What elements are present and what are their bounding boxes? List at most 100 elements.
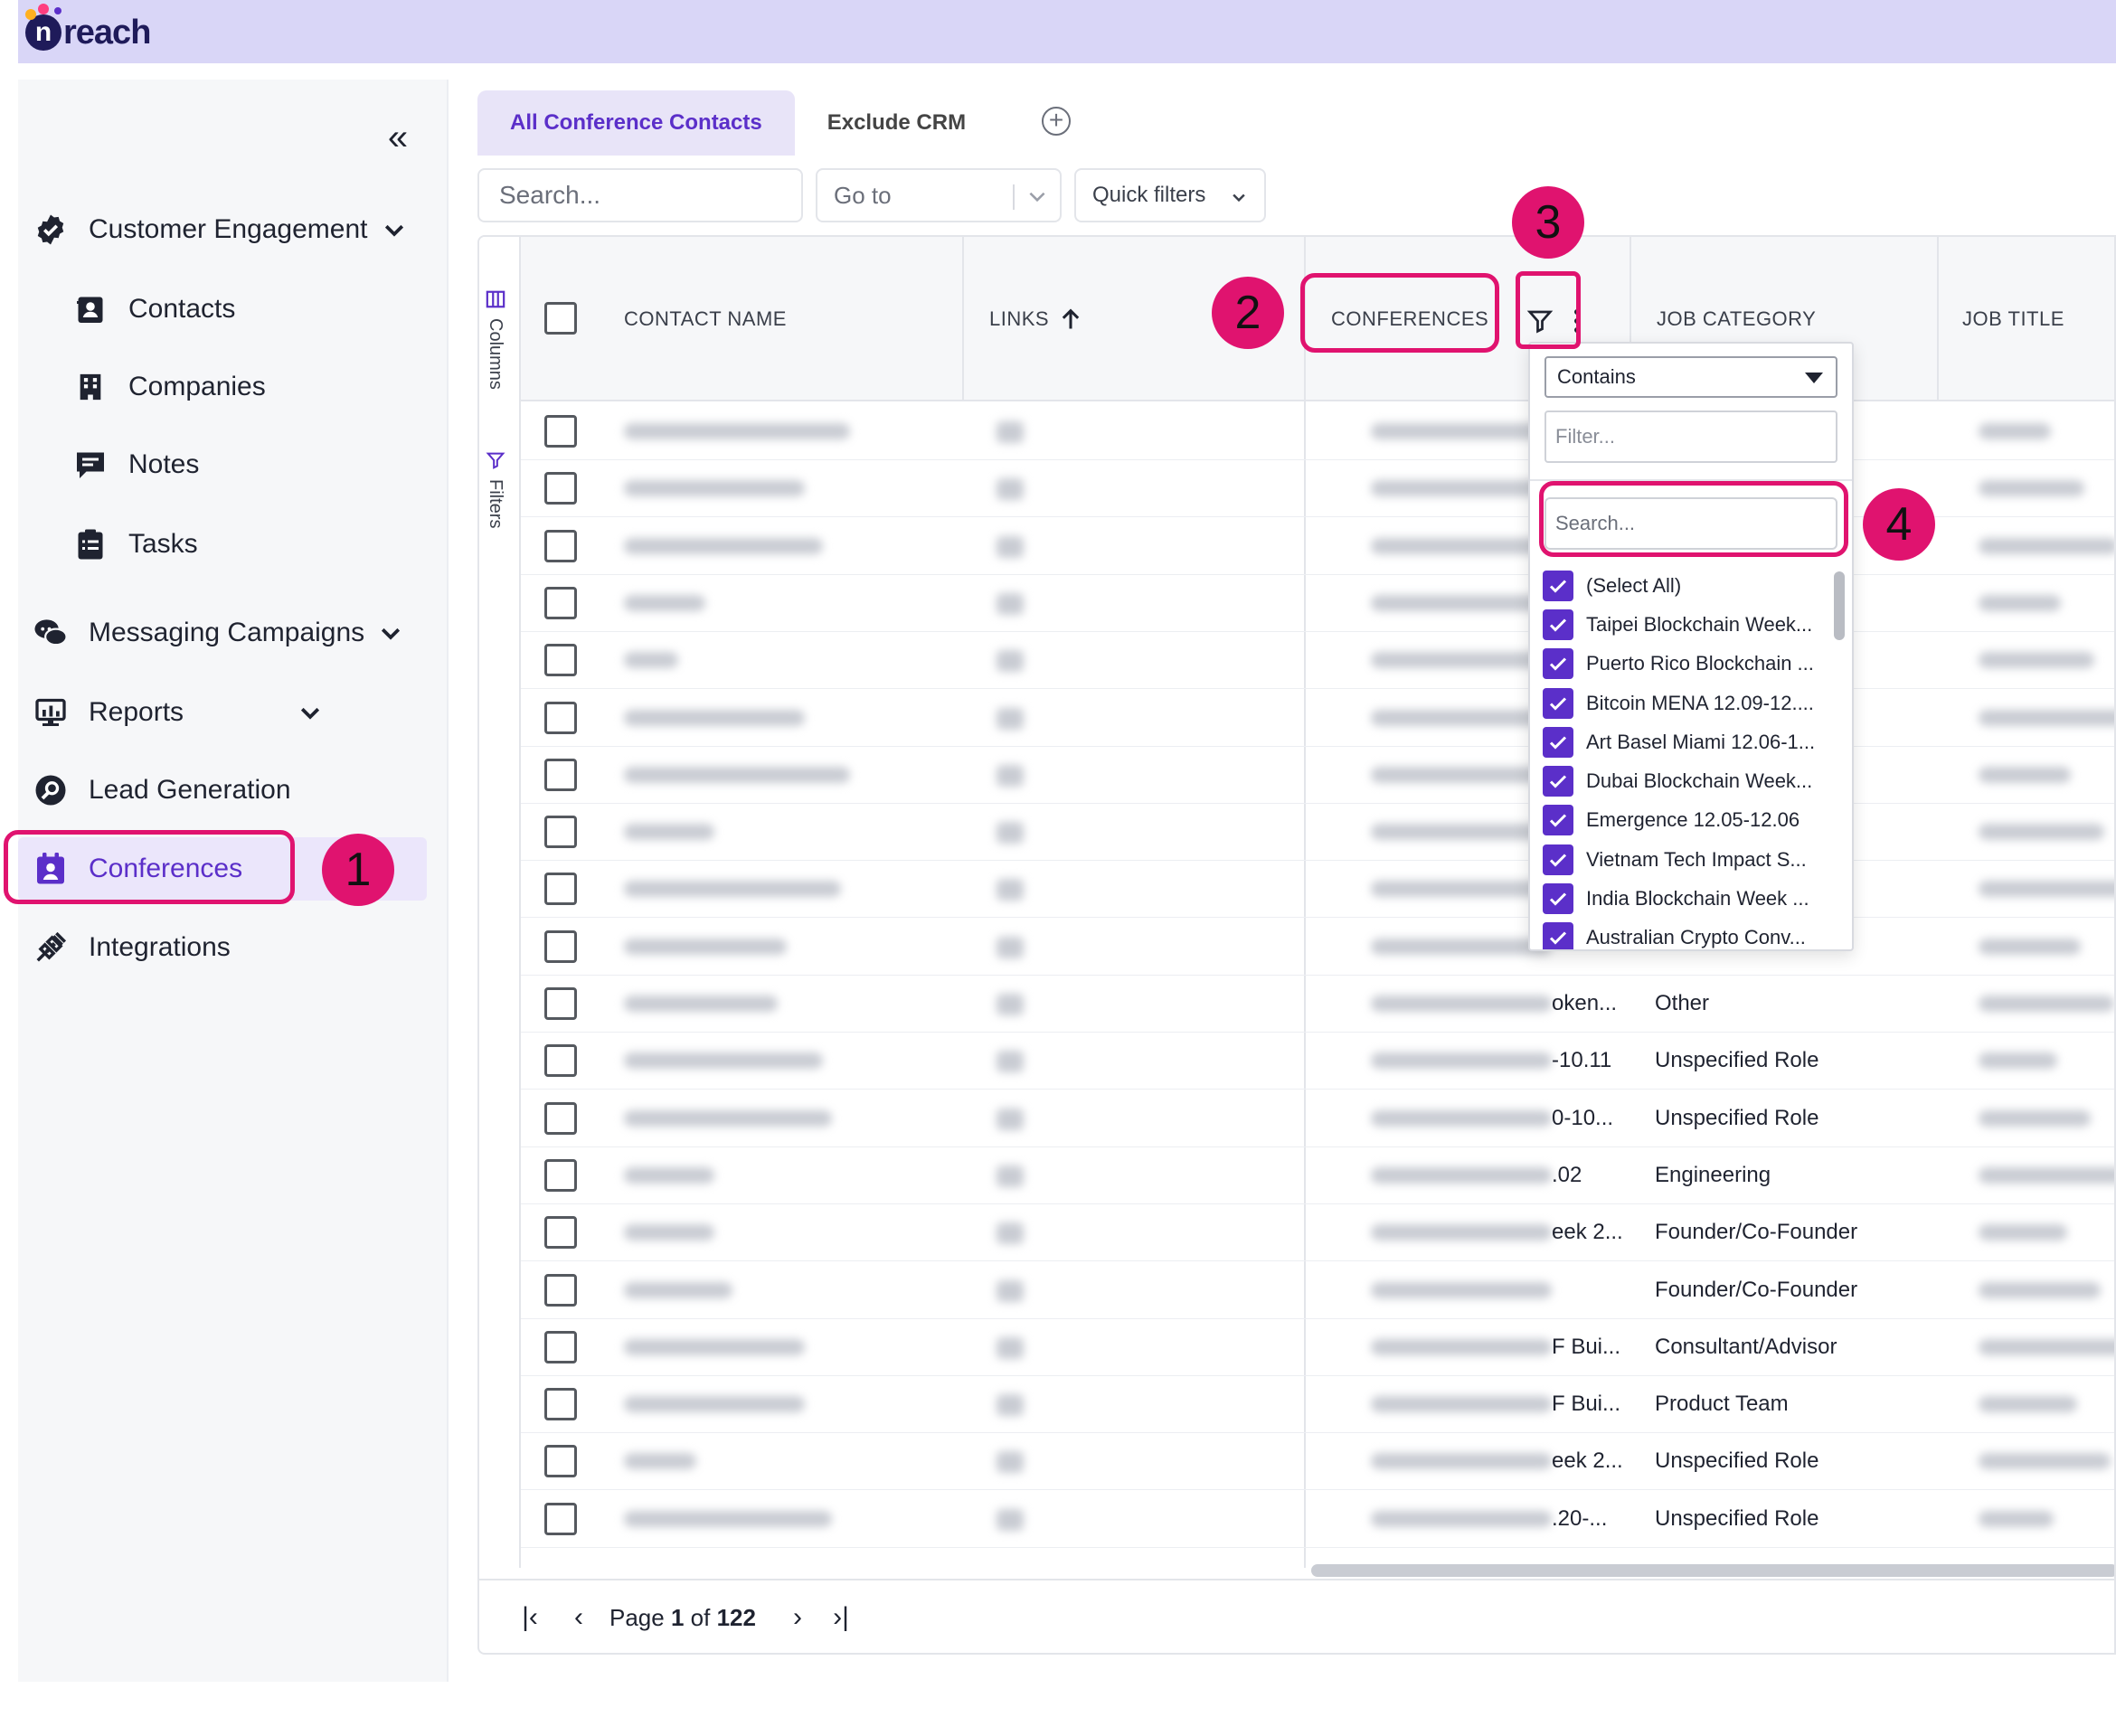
chevron-down-icon[interactable]: [381, 216, 408, 243]
column-header-links[interactable]: LINKS: [989, 237, 1083, 401]
checkbox-checked-icon[interactable]: [1543, 805, 1573, 836]
link-icon[interactable]: [997, 1336, 1024, 1359]
sort-ascending-icon[interactable]: [1058, 307, 1083, 332]
row-checkbox[interactable]: [544, 758, 577, 791]
select-all-checkbox[interactable]: [544, 302, 577, 335]
table-row[interactable]: r: [521, 690, 2114, 747]
row-checkbox[interactable]: [544, 644, 577, 677]
checkbox-checked-icon[interactable]: [1543, 766, 1573, 797]
row-checkbox[interactable]: [544, 1330, 577, 1363]
checkbox-checked-icon[interactable]: [1543, 570, 1573, 601]
row-checkbox[interactable]: [544, 472, 577, 505]
row-checkbox[interactable]: [544, 529, 577, 562]
row-checkbox[interactable]: [544, 586, 577, 619]
columns-panel-tab[interactable]: Columns: [485, 289, 505, 390]
link-icon[interactable]: [997, 1394, 1024, 1417]
filter-option[interactable]: Australian Crypto Conv...: [1543, 919, 1823, 949]
first-page-icon[interactable]: |‹: [515, 1604, 544, 1633]
row-checkbox[interactable]: [544, 1216, 577, 1250]
filter-option[interactable]: Bitcoin MENA 12.09-12....: [1543, 684, 1823, 722]
checkbox-checked-icon[interactable]: [1543, 726, 1573, 758]
filter-operator-select[interactable]: Contains: [1544, 356, 1837, 398]
filter-option[interactable]: India Blockchain Week ...: [1543, 879, 1823, 918]
filter-option[interactable]: Puerto Rico Blockchain ...: [1543, 645, 1823, 684]
filter-option[interactable]: (Select All): [1543, 566, 1823, 605]
row-checkbox[interactable]: [544, 929, 577, 963]
previous-page-icon[interactable]: ‹: [564, 1604, 593, 1633]
link-icon[interactable]: [997, 994, 1024, 1015]
sidebar-item-contacts[interactable]: Contacts: [72, 280, 235, 338]
checkbox-checked-icon[interactable]: [1543, 648, 1573, 680]
row-checkbox[interactable]: [544, 1502, 577, 1535]
row-checkbox[interactable]: [544, 1388, 577, 1421]
quick-filters-button[interactable]: Quick filters: [1074, 168, 1266, 222]
filter-option[interactable]: Emergence 12.05-12.06: [1543, 801, 1823, 840]
table-row[interactable]: .02 Engineering: [521, 1147, 2114, 1204]
checkbox-checked-icon[interactable]: [1543, 687, 1573, 719]
tab-all-conference-contacts[interactable]: All Conference Contacts: [477, 90, 795, 156]
table-row[interactable]: 0-10... Unspecified Role: [521, 1090, 2114, 1147]
add-tab-icon[interactable]: +: [1042, 107, 1071, 136]
filter-option[interactable]: Art Basel Miami 12.06-1...: [1543, 722, 1823, 761]
link-icon[interactable]: [997, 1051, 1024, 1073]
table-row[interactable]: [521, 804, 2114, 862]
table-row[interactable]: [521, 747, 2114, 804]
next-page-icon[interactable]: ›: [783, 1604, 812, 1633]
sidebar-item-companies[interactable]: Companies: [72, 358, 266, 416]
checkbox-checked-icon[interactable]: [1543, 609, 1573, 640]
row-checkbox[interactable]: [544, 1445, 577, 1478]
row-checkbox[interactable]: [544, 1101, 577, 1135]
sidebar-item-customer-engagement[interactable]: Customer Engagement: [33, 201, 408, 259]
table-row[interactable]: [521, 861, 2114, 919]
table-row[interactable]: eek 2... Founder/Co-Founder: [521, 1204, 2114, 1262]
row-checkbox[interactable]: [544, 873, 577, 906]
table-row[interactable]: Founder/Co-Founder: [521, 1262, 2114, 1319]
table-row[interactable]: -10.11 Unspecified Role: [521, 1033, 2114, 1090]
sidebar-item-lead-generation[interactable]: Lead Generation: [33, 761, 291, 819]
sidebar-item-reports[interactable]: Reports: [33, 684, 324, 741]
table-row[interactable]: F Bui... Consultant/Advisor: [521, 1319, 2114, 1376]
checkbox-checked-icon[interactable]: [1543, 883, 1573, 915]
link-icon[interactable]: [997, 478, 1024, 501]
tab-exclude-crm[interactable]: Exclude CRM: [795, 90, 998, 156]
link-icon[interactable]: [997, 1451, 1024, 1474]
link-icon[interactable]: [997, 1279, 1024, 1302]
sidebar-item-integrations[interactable]: Integrations: [33, 919, 231, 976]
link-icon[interactable]: [997, 707, 1024, 730]
table-row[interactable]: [521, 632, 2114, 690]
search-input[interactable]: Search...: [477, 168, 803, 222]
link-icon[interactable]: [997, 936, 1024, 958]
row-checkbox[interactable]: [544, 816, 577, 849]
sidebar-item-tasks[interactable]: Tasks: [72, 515, 198, 573]
app-logo[interactable]: n reach: [25, 4, 151, 54]
filter-option[interactable]: Vietnam Tech Impact S...: [1543, 840, 1823, 879]
table-row[interactable]: eek 2... Unspecified Role: [521, 1433, 2114, 1491]
row-checkbox[interactable]: [544, 987, 577, 1020]
column-header-contact-name[interactable]: CONTACT NAME: [624, 237, 787, 401]
filter-option[interactable]: Dubai Blockchain Week...: [1543, 761, 1823, 800]
row-checkbox[interactable]: [544, 1273, 577, 1307]
link-icon[interactable]: [997, 535, 1024, 558]
row-checkbox[interactable]: [544, 701, 577, 734]
table-row[interactable]: [521, 919, 2114, 976]
link-icon[interactable]: [997, 1165, 1024, 1187]
link-icon[interactable]: [997, 764, 1024, 787]
link-icon[interactable]: [997, 879, 1024, 901]
filters-panel-tab[interactable]: Filters: [485, 450, 505, 528]
link-icon[interactable]: [997, 650, 1024, 673]
last-page-icon[interactable]: ›|: [827, 1604, 855, 1633]
horizontal-scrollbar[interactable]: [1311, 1564, 2114, 1577]
options-scrollbar[interactable]: [1834, 571, 1845, 640]
table-row[interactable]: r: [521, 403, 2114, 460]
table-row[interactable]: oken... Other: [521, 976, 2114, 1033]
sidebar-item-messaging-campaigns[interactable]: Messaging Campaigns: [33, 604, 404, 662]
chevron-down-icon[interactable]: [297, 699, 324, 726]
link-icon[interactable]: [997, 1108, 1024, 1130]
table-row[interactable]: .20-... Unspecified Role: [521, 1491, 2114, 1548]
collapse-sidebar-icon[interactable]: «: [380, 119, 416, 156]
goto-select[interactable]: Go to: [816, 168, 1062, 222]
chevron-down-icon[interactable]: [377, 619, 404, 646]
sidebar-item-notes[interactable]: Notes: [72, 436, 199, 494]
row-checkbox[interactable]: [544, 1044, 577, 1078]
link-icon[interactable]: [997, 592, 1024, 615]
